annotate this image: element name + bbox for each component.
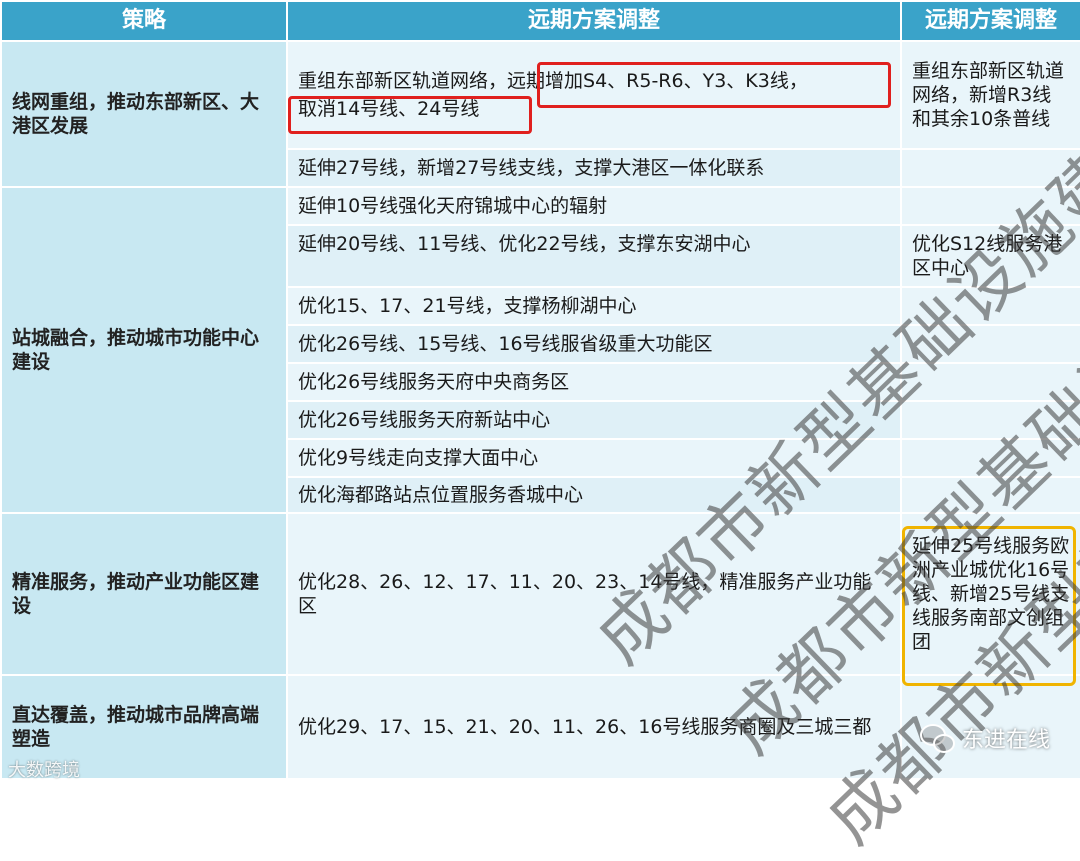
right-cell (900, 400, 1080, 440)
wechat-icon (919, 724, 955, 753)
wechat-badge: 东进在线 (919, 722, 1050, 754)
right-cell: 优化S12线服务港区中心 (900, 224, 1080, 288)
plan-cell: 延伸20号线、11号线、优化22号线，支撑东安湖中心 (286, 224, 902, 288)
header-row: 策略 远期方案调整 远期方案调整 (0, 0, 1080, 42)
right-cell (900, 438, 1080, 478)
right-cell (900, 476, 1080, 514)
table-row: 精准服务，推动产业功能区建设 优化28、26、12、17、11、20、23、14… (0, 512, 1080, 676)
strategy-cell: 线网重组，推动东部新区、大港区发展 (0, 40, 288, 188)
plan-cell: 优化9号线走向支撑大面中心 (286, 438, 902, 478)
right-cell (900, 286, 1080, 326)
plan-text-highlight: 取消14号线、24号线 (298, 98, 480, 120)
table-row: 直达覆盖，推动城市品牌高端塑造 优化29、17、15、21、20、11、26、1… (0, 674, 1080, 780)
header-strategy: 策略 (0, 0, 288, 42)
plan-cell: 重组东部新区轨道网络，远期增加S4、R5-R6、Y3、K3线， 取消14号线、2… (286, 40, 902, 150)
source-watermark: 大数跨境 (8, 760, 80, 781)
table-row: 站城融合，推动城市功能中心建设 延伸10号线强化天府锦城中心的辐射 (0, 186, 1080, 514)
strategy-cell: 站城融合，推动城市功能中心建设 (0, 186, 288, 514)
right-cell: 延伸25号线服务欧洲产业城优化16号线、新增25号线支线服务南部文创组团 (900, 512, 1080, 676)
plan-cell: 优化26号线服务天府中央商务区 (286, 362, 902, 402)
plan-cell: 延伸27号线，新增27号线支线，支撑大港区一体化联系 (286, 148, 902, 188)
plan-text: 重组东部新区轨道网络， (298, 70, 508, 92)
plan-cell: 优化15、17、21号线，支撑杨柳湖中心 (286, 286, 902, 326)
right-cell: 重组东部新区轨道网络，新增R3线和其余10条普线 (900, 40, 1080, 150)
right-cell (900, 186, 1080, 226)
right-cell (900, 324, 1080, 364)
plan-cell: 优化29、17、15、21、20、11、26、16号线服务商圈及三城三都 (286, 674, 902, 780)
table-row: 线网重组，推动东部新区、大港区发展 重组东部新区轨道网络，远期增加S4、R5-R… (0, 40, 1080, 188)
right-cell (900, 362, 1080, 402)
header-adjust-mid: 远期方案调整 (286, 0, 902, 42)
header-adjust-right: 远期方案调整 (900, 0, 1080, 42)
plan-text-highlight: 远期增加S4、R5-R6、Y3、K3线， (507, 70, 808, 92)
plan-cell: 延伸10号线强化天府锦城中心的辐射 (286, 186, 902, 226)
plan-cell: 优化26号线、15号线、16号线服省级重大功能区 (286, 324, 902, 364)
right-cell (900, 148, 1080, 188)
plan-cell: 优化28、26、12、17、11、20、23、14号线，精准服务产业功能区 (286, 512, 902, 676)
plan-cell: 优化海都路站点位置服务香城中心 (286, 476, 902, 514)
strategy-cell: 精准服务，推动产业功能区建设 (0, 512, 288, 676)
strategy-table: 策略 远期方案调整 远期方案调整 线网重组，推动东部新区、大港区发展 重组东部新… (0, 0, 1080, 780)
badge-label: 东进在线 (961, 728, 1050, 753)
plan-cell: 优化26号线服务天府新站中心 (286, 400, 902, 440)
